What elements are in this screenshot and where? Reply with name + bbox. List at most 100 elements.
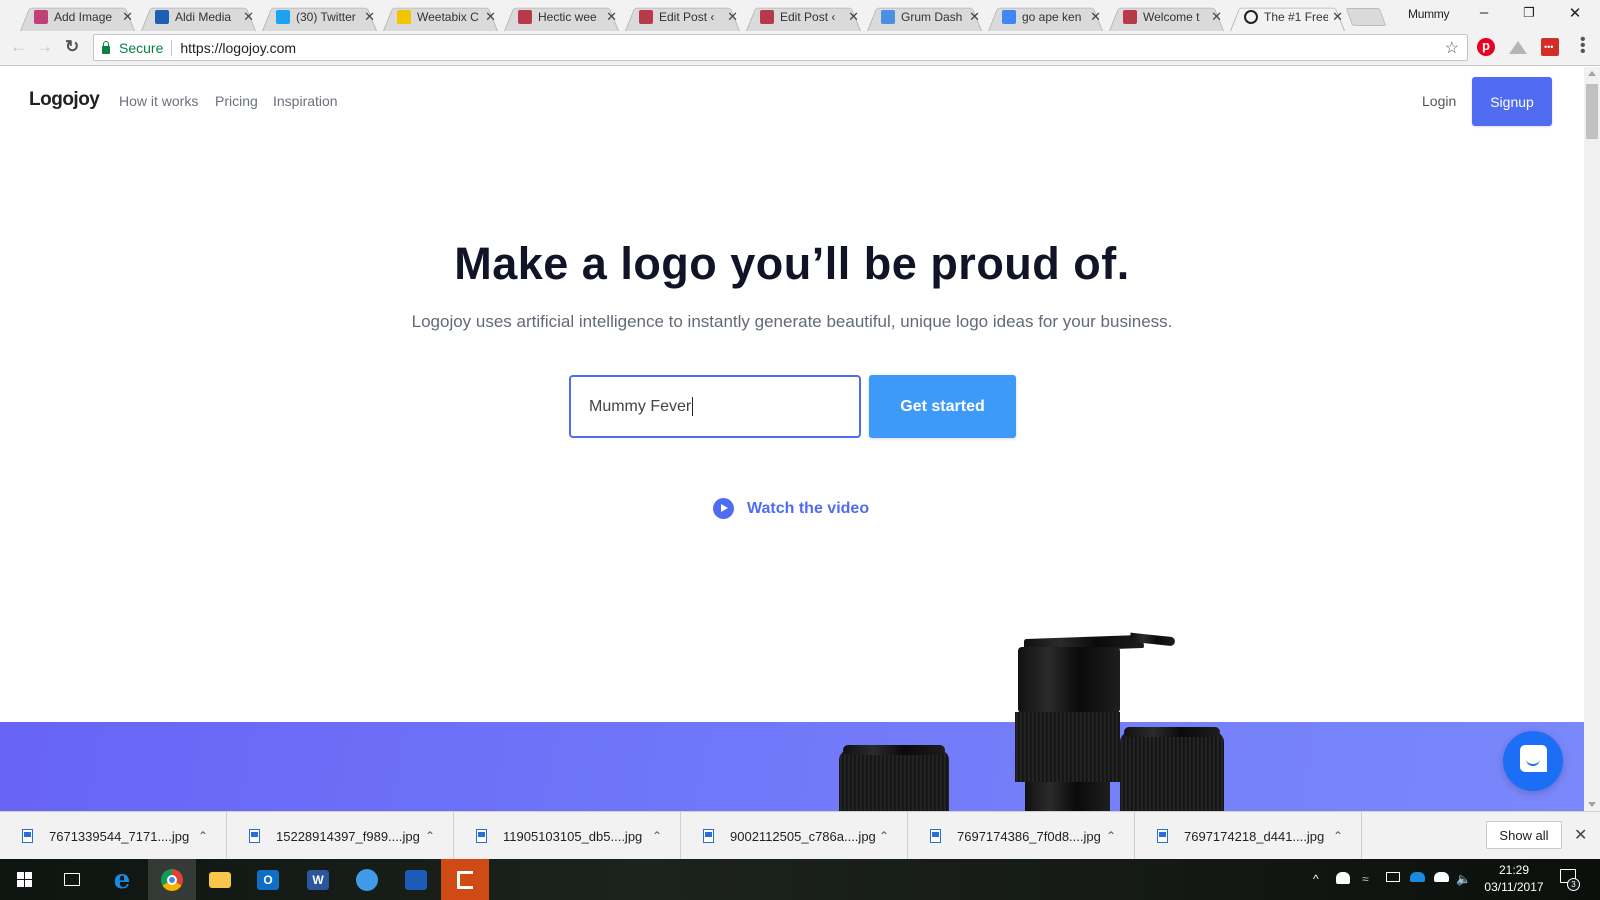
forward-icon[interactable]: → <box>36 37 53 57</box>
tab-title: (30) Twitter <box>296 10 356 24</box>
lastpass-icon[interactable]: ••• <box>1541 38 1559 56</box>
twitter-icon <box>276 10 290 24</box>
chevron-up-icon[interactable]: ⌃ <box>198 829 208 843</box>
download-item[interactable]: 7697174218_d441....jpg ⌃ <box>1135 812 1362 860</box>
download-item[interactable]: 15228914397_f989....jpg ⌃ <box>227 812 454 860</box>
browser-tab[interactable]: Edit Post ‹ ✕ <box>740 3 867 31</box>
show-hidden-icons[interactable]: ^ <box>1313 872 1319 886</box>
security-icon[interactable] <box>392 859 440 900</box>
close-tab-icon[interactable]: ✕ <box>1211 9 1222 25</box>
chevron-up-icon[interactable]: ⌃ <box>425 829 435 843</box>
tab-title: Edit Post ‹ <box>659 10 715 24</box>
close-tab-icon[interactable]: ✕ <box>1090 9 1101 25</box>
screen: Add Image ✕ Aldi Media ✕ (30) Twitter ✕ Weetab… <box>0 0 1600 900</box>
watch-video-link[interactable]: Watch the video <box>713 498 869 519</box>
battery-icon[interactable] <box>1386 872 1400 882</box>
browser-tab[interactable]: Hectic wee ✕ <box>498 3 625 31</box>
clock-date: 03/11/2017 <box>1484 880 1544 894</box>
aldi-icon <box>155 10 169 24</box>
nav-inspiration[interactable]: Inspiration <box>273 93 338 109</box>
browser-tab[interactable]: Weetabix C ✕ <box>377 3 504 31</box>
cloud-sync-icon[interactable] <box>1434 872 1449 882</box>
browser-tab[interactable]: Grum Dash ✕ <box>861 3 988 31</box>
system-clock[interactable]: 21:29 03/11/2017 <box>1479 862 1549 896</box>
browser-tab[interactable]: Welcome t ✕ <box>1103 3 1230 31</box>
browser-toolbar: ← → ↻ Secure https://logojoy.com ☆ p •••… <box>0 31 1600 66</box>
onedrive-business-icon[interactable] <box>1410 872 1425 882</box>
browser-tab[interactable]: (30) Twitter ✕ <box>256 3 383 31</box>
url-text[interactable]: https://logojoy.com <box>180 40 296 56</box>
nav-pricing[interactable]: Pricing <box>215 93 258 109</box>
chevron-up-icon[interactable]: ⌃ <box>1106 829 1116 843</box>
file-explorer-icon[interactable] <box>196 859 244 900</box>
download-item[interactable]: 7697174386_7f0d8....jpg ⌃ <box>908 812 1135 860</box>
close-tab-icon[interactable]: ✕ <box>364 9 375 25</box>
chevron-up-icon[interactable]: ⌃ <box>1333 829 1343 843</box>
chat-launcher-button[interactable] <box>1503 731 1563 791</box>
browser-tab[interactable]: Edit Post ‹ ✕ <box>619 3 746 31</box>
browser-tab[interactable]: Add Image ✕ <box>14 3 141 31</box>
outlook-icon[interactable]: O <box>244 859 292 900</box>
tab-title: Hectic wee <box>538 10 597 24</box>
tab-title: Add Image <box>54 10 113 24</box>
lock-icon <box>102 40 110 54</box>
download-item[interactable]: 7671339544_7171....jpg ⌃ <box>0 812 227 860</box>
signup-button[interactable]: Signup <box>1472 77 1552 126</box>
close-window-button[interactable]: ✕ <box>1560 4 1590 22</box>
download-item[interactable]: 9002112505_c786a....jpg ⌃ <box>681 812 908 860</box>
page-scrollbar[interactable] <box>1584 67 1600 811</box>
business-name-input[interactable]: Mummy Fever <box>569 375 861 438</box>
restore-button[interactable]: ❐ <box>1514 5 1544 21</box>
weetabix-icon <box>397 10 411 24</box>
nav-how-it-works[interactable]: How it works <box>119 93 198 109</box>
address-bar[interactable]: Secure https://logojoy.com ☆ <box>93 34 1468 61</box>
minimize-button[interactable]: – <box>1469 4 1499 21</box>
get-started-button[interactable]: Get started <box>869 375 1016 438</box>
close-tab-icon[interactable]: ✕ <box>606 9 617 25</box>
drive-icon[interactable] <box>1509 38 1527 56</box>
logojoy-logo[interactable]: Logojoy <box>29 89 100 111</box>
wifi-icon[interactable]: ≈ <box>1362 872 1369 886</box>
close-tab-icon[interactable]: ✕ <box>1332 9 1343 25</box>
onedrive-personal-icon[interactable] <box>1336 872 1350 884</box>
word-icon[interactable]: W <box>294 859 342 900</box>
close-downloads-shelf-button[interactable]: ✕ <box>1574 825 1587 845</box>
chrome-icon[interactable] <box>148 859 196 900</box>
scroll-down-arrow[interactable] <box>1588 802 1596 807</box>
scroll-up-arrow[interactable] <box>1588 71 1596 76</box>
close-tab-icon[interactable]: ✕ <box>727 9 738 25</box>
image-file-icon <box>22 829 33 843</box>
close-tab-icon[interactable]: ✕ <box>848 9 859 25</box>
messaging-icon[interactable] <box>343 859 391 900</box>
download-filename: 7671339544_7171....jpg <box>49 828 190 844</box>
close-tab-icon[interactable]: ✕ <box>485 9 496 25</box>
close-tab-icon[interactable]: ✕ <box>243 9 254 25</box>
windows-start-icon[interactable] <box>0 859 48 900</box>
back-icon[interactable]: ← <box>10 37 27 57</box>
image-file-icon <box>1157 829 1168 843</box>
download-item[interactable]: 11905103105_db5....jpg ⌃ <box>454 812 681 860</box>
task-view-icon[interactable] <box>48 859 96 900</box>
volume-icon[interactable]: 🔈 <box>1456 872 1471 886</box>
downloads-shelf: 7671339544_7171....jpg ⌃ 15228914397_f989.… <box>0 811 1600 860</box>
pump-bottle-neck <box>1025 782 1110 811</box>
browser-menu-icon[interactable]: • • • <box>1580 32 1586 60</box>
browser-tab[interactable]: Aldi Media ✕ <box>135 3 262 31</box>
chevron-up-icon[interactable]: ⌃ <box>879 829 889 843</box>
bottle-cap-left <box>839 750 949 811</box>
close-tab-icon[interactable]: ✕ <box>122 9 133 25</box>
login-link[interactable]: Login <box>1422 93 1456 109</box>
show-all-downloads-button[interactable]: Show all <box>1486 821 1562 849</box>
pinterest-icon[interactable]: p <box>1477 38 1495 56</box>
edge-icon[interactable]: e <box>98 859 146 900</box>
chevron-up-icon[interactable]: ⌃ <box>652 829 662 843</box>
reload-icon[interactable]: ↻ <box>65 37 79 57</box>
close-tab-icon[interactable]: ✕ <box>969 9 980 25</box>
browser-tab[interactable]: go ape ken ✕ <box>982 3 1109 31</box>
profile-button[interactable]: Mummy <box>1408 7 1449 21</box>
browser-tab[interactable]: The #1 Free ✕ <box>1224 3 1351 31</box>
office-icon[interactable] <box>441 859 489 900</box>
bookmark-star-icon[interactable]: ☆ <box>1445 38 1459 58</box>
new-tab-button[interactable] <box>1345 8 1387 26</box>
scrollbar-thumb[interactable] <box>1586 84 1598 139</box>
